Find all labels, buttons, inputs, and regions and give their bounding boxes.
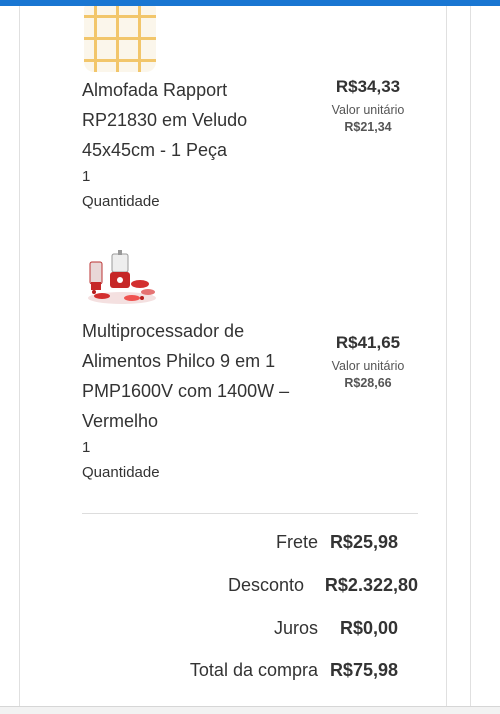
- interest-value: R$0,00: [339, 618, 398, 638]
- item-name[interactable]: Almofada Rapport RP21830 em Veludo 45x45…: [82, 75, 312, 165]
- unit-price-label: Valor unitário: [331, 103, 405, 117]
- item-price-block: R$34,33 Valor unitário R$21,34: [316, 77, 420, 134]
- shipping-value: R$25,98: [329, 532, 398, 552]
- item-name-line: Vermelho: [82, 411, 159, 431]
- discount-value: R$2.322,80: [324, 575, 418, 595]
- total-label: Total da compra: [189, 660, 318, 680]
- item-name-line: Alimentos Philco 9 em 1: [82, 351, 276, 371]
- item-name[interactable]: Multiprocessador de Alimentos Philco 9 e…: [82, 316, 312, 436]
- item-quantity: 1: [82, 439, 91, 456]
- cushion-image[interactable]: [84, 6, 156, 72]
- item-price: R$34,33: [335, 77, 401, 96]
- item-name-line: Almofada Rapport: [82, 80, 228, 100]
- item-quantity-label: Quantidade: [82, 193, 160, 210]
- summary-shipping-row: Frete R$25,98: [82, 532, 404, 556]
- item-quantity-label: Quantidade: [82, 464, 160, 481]
- summary-discount-row: Desconto R$2.322,80: [82, 575, 418, 599]
- item-price-block: R$41,65 Valor unitário R$28,66: [316, 333, 420, 390]
- item-name-line: 45x45cm - 1 Peça: [82, 140, 228, 160]
- right-border: [446, 6, 447, 713]
- item-name-line: PMP1600V com 1400W –: [82, 381, 290, 401]
- interest-label: Juros: [273, 618, 318, 638]
- shipping-label: Frete: [275, 532, 318, 552]
- total-value: R$75,98: [329, 660, 398, 680]
- unit-price-label: Valor unitário: [331, 359, 405, 373]
- unit-price: R$28,66: [344, 376, 392, 390]
- discount-label: Desconto: [227, 575, 304, 595]
- outer-right-border: [470, 6, 471, 713]
- item-name-line: RP21830 em Veludo: [82, 110, 248, 130]
- item-name-line: Multiprocessador de: [82, 321, 245, 341]
- summary-total-row: Total da compra R$75,98: [82, 660, 404, 684]
- item-quantity: 1: [82, 168, 91, 185]
- unit-price: R$21,34: [344, 120, 392, 134]
- summary-interest-row: Juros R$0,00: [82, 618, 404, 642]
- food-processor-image[interactable]: [82, 248, 160, 308]
- summary-divider: [82, 513, 418, 514]
- item-price: R$41,65: [335, 333, 401, 352]
